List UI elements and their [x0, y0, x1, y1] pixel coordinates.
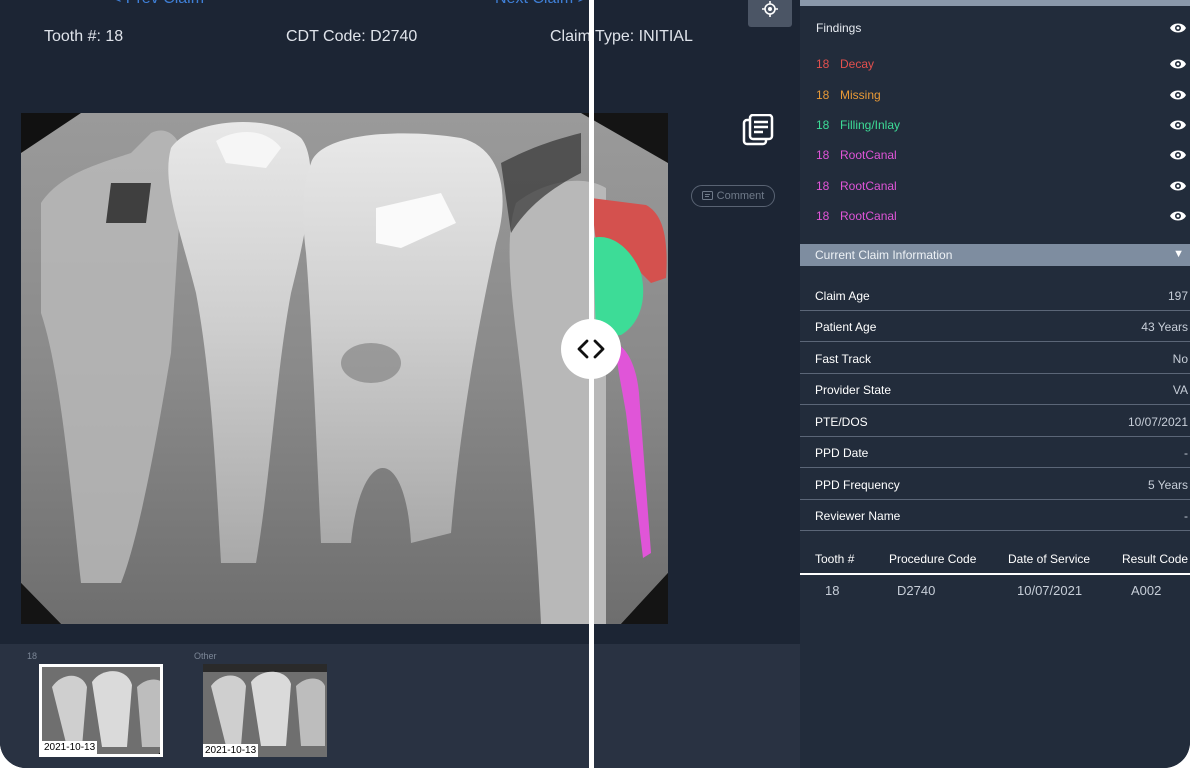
xray-thumbnail-selected[interactable]: 2021-10-13 [39, 664, 163, 757]
column-header: Date of Service [1008, 552, 1091, 566]
finding-item[interactable]: 18 RootCanal [800, 144, 1190, 168]
info-value: No [1172, 352, 1188, 366]
column-header: Result Code [1122, 552, 1189, 566]
locate-button[interactable] [748, 0, 792, 27]
caret-down-icon: ▼ [1173, 248, 1184, 260]
claim-info-row: Provider State VA [800, 374, 1190, 405]
info-label: Reviewer Name [815, 509, 901, 523]
cdt-code: CDT Code: D2740 [286, 28, 418, 45]
finding-label: 18 RootCanal [816, 148, 897, 162]
tooth-number: Tooth #: 18 [44, 28, 124, 45]
table-cell: 18 [825, 583, 840, 598]
xray-thumbnail[interactable]: 2021-10-13 [203, 664, 327, 757]
compare-divider[interactable] [589, 0, 594, 768]
eye-icon[interactable] [1169, 58, 1187, 70]
claim-info-row: Patient Age 43 Years [800, 311, 1190, 342]
thumb-group-label: 18 [27, 651, 38, 661]
info-value: 43 Years [1141, 320, 1188, 334]
claim-info-row: Fast Track No [800, 343, 1190, 374]
crosshair-icon [762, 0, 778, 17]
info-label: Fast Track [815, 352, 872, 366]
comment-label: Comment [716, 190, 765, 202]
finding-label: 18 RootCanal [816, 179, 897, 193]
eye-icon[interactable] [1169, 210, 1187, 222]
thumb-group-label: Other [194, 651, 217, 661]
info-label: PPD Date [815, 446, 869, 460]
column-header: Tooth # [815, 552, 855, 566]
findings-header: Findings [800, 17, 1190, 41]
eye-icon[interactable] [1169, 119, 1187, 131]
table-cell: D2740 [897, 583, 936, 598]
next-claim-link[interactable]: Next Claim > [495, 0, 587, 8]
claim-info-row: PPD Frequency 5 Years [800, 469, 1190, 500]
history-table-header: Tooth # Procedure Code Date of Service R… [800, 545, 1190, 575]
claim-details-panel: Findings 18 Decay 18 Missing 18 Filling/Inl… [800, 0, 1190, 768]
thumbnail-date: 2021-10-13 [203, 744, 259, 757]
finding-item[interactable]: 18 RootCanal [800, 205, 1190, 229]
eye-icon[interactable] [1169, 149, 1187, 161]
info-value: 10/07/2021 [1127, 415, 1188, 429]
info-label: Claim Age [815, 289, 870, 303]
thumbnail-date: 2021-10-13 [42, 741, 98, 754]
finding-label: 18 Filling/Inlay [816, 118, 901, 132]
notes-icon [742, 113, 774, 146]
prev-claim-link[interactable]: < Prev Claim [112, 0, 204, 8]
table-cell: A002 [1131, 583, 1162, 598]
finding-item[interactable]: 18 Decay [800, 53, 1190, 77]
finding-item[interactable]: 18 Missing [800, 84, 1190, 108]
comment-icon [701, 191, 713, 200]
info-label: Provider State [815, 383, 892, 397]
claim-info-section-header[interactable]: Current Claim Information ▼ [800, 244, 1190, 266]
info-value: - [1184, 509, 1188, 523]
findings-title: Findings [816, 21, 862, 35]
compare-slider-handle[interactable] [561, 319, 621, 379]
section-title: Current Claim Information [815, 248, 953, 262]
eye-icon[interactable] [1169, 180, 1187, 192]
info-value: - [1184, 446, 1188, 460]
eye-icon[interactable] [1169, 89, 1187, 101]
info-label: Patient Age [815, 320, 877, 334]
claim-review-app: < Prev Claim Next Claim > Tooth #: 18 CD… [0, 0, 1190, 768]
finding-label: 18 Decay [816, 57, 875, 71]
image-panel: < Prev Claim Next Claim > Tooth #: 18 CD… [0, 0, 800, 768]
finding-item[interactable]: 18 Filling/Inlay [800, 114, 1190, 138]
claim-info-row: PTE/DOS 10/07/2021 [800, 406, 1190, 437]
info-value: 197 [1167, 289, 1188, 303]
claim-info-row: PPD Date - [800, 437, 1190, 468]
claim-info-row: Claim Age 197 [800, 280, 1190, 311]
info-label: PPD Frequency [815, 478, 900, 492]
eye-icon[interactable] [1169, 22, 1187, 34]
claim-type: Claim Type: INITIAL [550, 28, 693, 45]
notes-button[interactable] [742, 113, 774, 151]
info-label: PTE/DOS [815, 415, 868, 429]
finding-item[interactable]: 18 RootCanal [800, 175, 1190, 199]
chevron-left-right-icon [577, 339, 605, 359]
column-header: Procedure Code [889, 552, 977, 566]
panel-top-strip [800, 0, 1190, 6]
comment-button[interactable]: Comment [691, 185, 775, 207]
table-cell: 10/07/2021 [1017, 583, 1083, 598]
info-value: 5 Years [1147, 478, 1188, 492]
info-value: VA [1172, 383, 1188, 397]
claim-info-row: Reviewer Name - [800, 500, 1190, 531]
finding-label: 18 RootCanal [816, 209, 897, 223]
finding-label: 18 Missing [816, 88, 881, 102]
